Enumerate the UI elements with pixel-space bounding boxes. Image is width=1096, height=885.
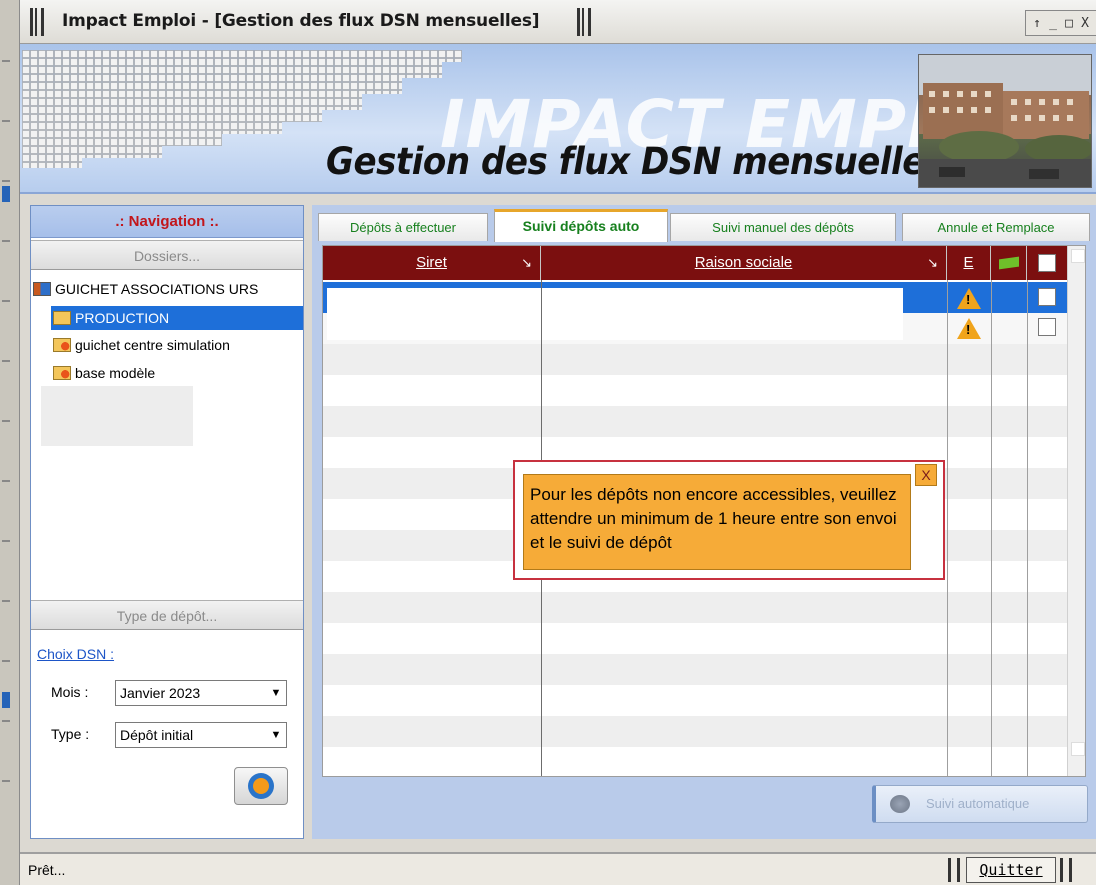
close-button[interactable]: X <box>1078 16 1092 31</box>
maximize-button[interactable]: □ <box>1062 16 1076 31</box>
tree-item-label: GUICHET ASSOCIATIONS URS <box>55 281 259 297</box>
tree-item-label: PRODUCTION <box>75 310 170 326</box>
tab-suivi-depots-auto[interactable]: Suivi dépôts auto <box>494 209 668 242</box>
tree-empty-area <box>41 386 193 446</box>
dossiers-button[interactable]: Dossiers... <box>31 240 303 270</box>
warning-icon <box>957 288 981 309</box>
column-header-e[interactable]: E <box>947 246 991 280</box>
tree-item-guichet[interactable]: GUICHET ASSOCIATIONS URS <box>33 281 258 297</box>
grid-scrollbar[interactable] <box>1067 246 1085 776</box>
background-app-edge <box>0 0 20 885</box>
column-divider <box>947 280 948 776</box>
tree-item-guichet-simulation[interactable]: guichet centre simulation <box>53 337 230 353</box>
table-row <box>323 592 1067 623</box>
column-header-check[interactable] <box>1027 246 1067 280</box>
redacted-cell <box>327 288 903 314</box>
navigation-panel: .: Navigation :. Dossiers... GUICHET ASS… <box>30 205 304 839</box>
tooltip-text: Pour les dépôts non encore accessibles, … <box>523 474 911 570</box>
gears-icon <box>890 795 910 813</box>
banner-subtitle: Gestion des flux DSN mensuelles <box>326 140 945 183</box>
refresh-button[interactable] <box>234 767 288 805</box>
tab-suivi-manuel[interactable]: Suivi manuel des dépôts <box>670 213 896 241</box>
row-checkbox[interactable] <box>1038 288 1056 306</box>
info-tooltip: Pour les dépôts non encore accessibles, … <box>513 460 945 580</box>
header-banner: IMPACT EMPLOI Gestion des flux DSN mensu… <box>20 44 1096 194</box>
depots-grid: Siret ↘ Raison sociale ↘ E ! ! Pour les … <box>322 245 1086 777</box>
column-header-raison-sociale[interactable]: Raison sociale ↘ <box>541 246 947 280</box>
mois-label: Mois : <box>51 684 89 700</box>
grip-icon <box>948 858 960 882</box>
status-text: Prêt... <box>28 862 66 878</box>
folder-edit-icon <box>53 311 71 325</box>
chevron-down-icon[interactable]: ▼ <box>266 681 286 705</box>
grid-header: Siret ↘ Raison sociale ↘ E <box>323 246 1067 280</box>
chevron-down-icon[interactable]: ▼ <box>266 723 286 747</box>
column-header-flag[interactable] <box>991 246 1027 280</box>
table-row <box>323 716 1067 747</box>
main-panel: Dépôts à effectuer Suivi dépôts auto Sui… <box>312 205 1096 839</box>
choix-dsn-link[interactable]: Choix DSN : <box>37 646 114 662</box>
tree-item-label: guichet centre simulation <box>75 337 230 353</box>
tooltip-close-button[interactable]: X <box>915 464 937 486</box>
type-select[interactable]: Dépôt initial ▼ <box>115 722 287 748</box>
titlebar-grip-icon <box>30 8 44 36</box>
table-row <box>323 406 1067 437</box>
column-divider <box>991 280 992 776</box>
column-header-siret[interactable]: Siret ↘ <box>323 246 541 280</box>
table-row <box>323 375 1067 406</box>
table-row <box>323 344 1067 375</box>
sort-icon: ↘ <box>927 255 938 270</box>
window-titlebar: Impact Emploi - [Gestion des flux DSN me… <box>20 0 1096 44</box>
redacted-cell <box>327 314 903 340</box>
warning-icon <box>957 318 981 339</box>
flag-icon <box>998 256 1019 270</box>
type-select-value: Dépôt initial <box>120 727 194 743</box>
quit-button[interactable]: Quitter <box>966 857 1056 883</box>
titlebar-grip-icon <box>577 8 591 36</box>
table-row <box>323 623 1067 654</box>
folder-warning-icon <box>53 366 71 380</box>
table-row <box>323 654 1067 685</box>
table-row <box>323 747 1067 776</box>
building-icon <box>33 282 51 296</box>
window-title: Impact Emploi - [Gestion des flux DSN me… <box>62 11 540 31</box>
tab-depots-a-effectuer[interactable]: Dépôts à effectuer <box>318 213 488 241</box>
nav-header: .: Navigation :. <box>31 206 303 238</box>
select-all-checkbox[interactable] <box>1038 254 1056 272</box>
tree-item-base-modele[interactable]: base modèle <box>53 365 155 381</box>
scroll-down-button[interactable] <box>1071 742 1085 756</box>
folder-warning-icon <box>53 338 71 352</box>
refresh-icon <box>248 773 274 799</box>
building-photo <box>918 54 1092 188</box>
mois-select-value: Janvier 2023 <box>120 685 201 701</box>
quit-control: Quitter <box>948 857 1096 883</box>
type-depot-button[interactable]: Type de dépôt... <box>31 600 303 630</box>
sort-icon: ↘ <box>521 255 532 270</box>
suivi-automatique-button[interactable]: Suivi automatique <box>872 785 1088 823</box>
status-bar: Prêt... Quitter <box>20 852 1096 885</box>
tab-annule-remplace[interactable]: Annule et Remplace <box>902 213 1090 241</box>
tree-item-label: base modèle <box>75 365 156 381</box>
scroll-up-button[interactable] <box>1071 249 1085 263</box>
mois-select[interactable]: Janvier 2023 ▼ <box>115 680 287 706</box>
column-divider <box>1027 280 1028 776</box>
minimize-button[interactable]: _ <box>1046 16 1060 31</box>
table-row <box>323 685 1067 716</box>
restore-button[interactable]: ↑ <box>1030 16 1044 31</box>
window-controls: ↑ _ □ X <box>1025 10 1096 36</box>
suivi-automatique-label: Suivi automatique <box>926 796 1030 811</box>
grip-icon <box>1060 858 1072 882</box>
tree-item-production[interactable]: PRODUCTION <box>51 306 303 330</box>
row-checkbox[interactable] <box>1038 318 1056 336</box>
type-label: Type : <box>51 726 90 742</box>
